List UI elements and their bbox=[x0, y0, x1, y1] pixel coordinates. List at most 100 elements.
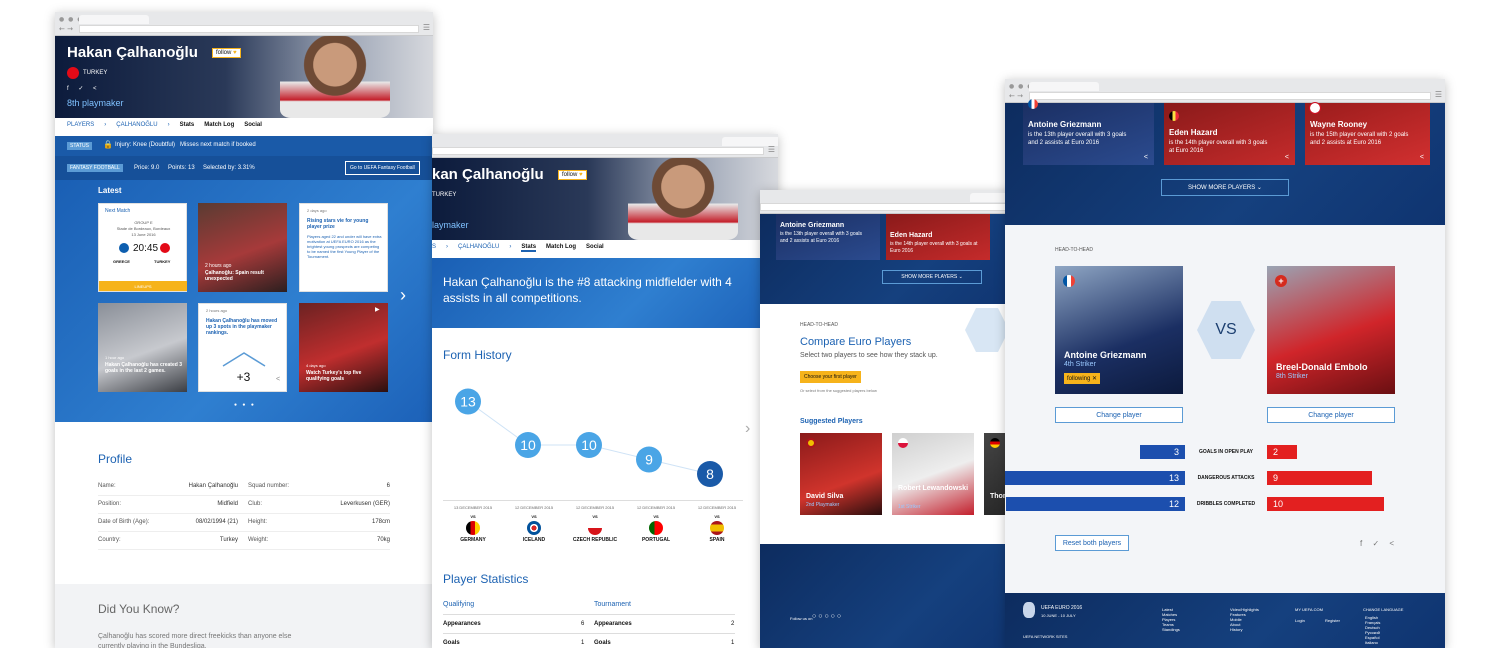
news-card-2[interactable]: 2 days ago Rising stars vie for young pl… bbox=[299, 203, 388, 292]
follow-button[interactable]: follow ♥ bbox=[212, 48, 241, 58]
next-match-card[interactable]: Next Match GROUP E Stade de Bordeaux, Bo… bbox=[98, 203, 187, 292]
form-point[interactable]: 10 bbox=[576, 432, 602, 458]
menu-icon[interactable]: ☰ bbox=[1435, 90, 1442, 99]
compare-bar-player1: 13 bbox=[1005, 471, 1185, 485]
change-player2-button[interactable]: Change player bbox=[1267, 407, 1395, 423]
match-group: GROUP E bbox=[134, 220, 153, 225]
form-match[interactable]: 12 DECEMBER 2015 VS SPAIN bbox=[687, 505, 747, 543]
share-icon[interactable]: < bbox=[1144, 154, 1148, 161]
player-rank: laymaker bbox=[432, 220, 469, 230]
reset-players-button[interactable]: Reset both players bbox=[1055, 535, 1129, 551]
choose-player-button[interactable]: Choose your first player bbox=[800, 371, 861, 383]
form-history-title: Form History bbox=[443, 348, 512, 362]
tab-social[interactable]: Social bbox=[244, 122, 262, 128]
news-time: 2 days ago bbox=[307, 208, 327, 213]
home-team: GREECE bbox=[113, 259, 130, 264]
latest-section: Latest Next Match GROUP E Stade de Borde… bbox=[55, 180, 433, 422]
tab-stats[interactable]: Stats bbox=[521, 244, 537, 252]
form-point[interactable]: 13 bbox=[455, 388, 481, 415]
form-match[interactable]: 12 DECEMBER 2015 VS PORTUGAL bbox=[626, 505, 686, 543]
share-icon[interactable]: < bbox=[1420, 154, 1424, 161]
next-arrow-icon[interactable]: › bbox=[400, 285, 406, 306]
team-flag-icon bbox=[588, 521, 602, 535]
change-player1-button[interactable]: Change player bbox=[1055, 407, 1183, 423]
suggested-player-lewandowski[interactable]: Robert Lewandowski 1st Striker bbox=[892, 433, 974, 515]
news-time: 1 hour ago bbox=[105, 355, 125, 360]
tab-match-log[interactable]: Match Log bbox=[204, 122, 234, 128]
compare-bar-player1: 3 bbox=[1140, 445, 1185, 459]
carousel-dots[interactable]: ● ● ● bbox=[234, 402, 256, 408]
chart-next-icon[interactable]: › bbox=[745, 420, 750, 438]
browser-chrome: ☰ bbox=[432, 134, 778, 158]
match-team: SPAIN bbox=[709, 537, 725, 543]
menu-icon[interactable]: ☰ bbox=[423, 23, 430, 32]
france-flag-icon bbox=[1028, 99, 1038, 109]
footer-login[interactable]: Login bbox=[1295, 618, 1305, 623]
player-hero: Hakan Çalhanoğlu follow ♥ TURKEY f ✓ < 8… bbox=[55, 36, 433, 118]
player-name: kan Çalhanoğlu bbox=[432, 166, 544, 183]
player1-card[interactable]: Antoine Griezmann 4th Striker following … bbox=[1055, 266, 1183, 394]
footer-register[interactable]: Register bbox=[1325, 618, 1340, 623]
status-bar: STATUS 🔒 Injury: Knee (Doubtful) Misses … bbox=[55, 136, 433, 156]
player-card-hazard[interactable]: Eden Hazard is the 14th player overall w… bbox=[1164, 103, 1295, 165]
form-point[interactable]: 8 bbox=[697, 461, 723, 487]
news-card-4[interactable]: 2 hours ago Hakan Çalhanoğlu has moved u… bbox=[198, 303, 287, 392]
match-team: ICELAND bbox=[522, 537, 546, 543]
show-more-button[interactable]: SHOW MORE PLAYERS ⌄ bbox=[1161, 179, 1289, 196]
footer-col1: Latest Matches Players Teams Standings bbox=[1162, 607, 1180, 632]
player-card-hazard[interactable]: Eden Hazard is the 14th player overall w… bbox=[886, 214, 990, 260]
share-icons[interactable]: f ✓ < bbox=[67, 85, 101, 92]
switzerland-flag-icon: + bbox=[1275, 275, 1287, 287]
compare-bar-player2: 9 bbox=[1267, 471, 1373, 485]
news-card-1[interactable]: 2 hours ago Çalhanoğlu: Spain result une… bbox=[198, 203, 287, 292]
url-bar[interactable] bbox=[1029, 92, 1431, 100]
compare-subtitle: Select two players to see how they stack… bbox=[800, 352, 938, 359]
player-card-rooney[interactable]: Wayne Rooney is the 15th player overall … bbox=[1305, 102, 1430, 165]
url-bar[interactable] bbox=[79, 25, 419, 33]
tab-social[interactable]: Social bbox=[586, 244, 604, 252]
share-icon[interactable]: < bbox=[1285, 154, 1289, 161]
news-card-5[interactable]: ▶ 4 days ago Watch Turkey's top five qua… bbox=[299, 303, 388, 392]
footer-col2: Video/Highlights Features Mobile About Histo… bbox=[1230, 607, 1259, 632]
form-match[interactable]: 12 DECEMBER 2015 VS CZECH REPUBLIC bbox=[565, 505, 625, 543]
form-point[interactable]: 9 bbox=[636, 446, 662, 473]
breadcrumb-players[interactable]: S bbox=[432, 244, 436, 252]
form-match[interactable]: 12 DECEMBER 2015 VS ICELAND bbox=[504, 505, 564, 543]
suggested-player-silva[interactable]: David Silva 2nd Playmaker bbox=[800, 433, 882, 515]
form-point-label: 10 bbox=[520, 437, 536, 453]
news-card-3[interactable]: 1 hour ago Hakan Çalhanoğlu has created … bbox=[98, 303, 187, 392]
breadcrumb-player[interactable]: ÇALHANOĞLU bbox=[116, 122, 157, 128]
share-icon[interactable]: < bbox=[276, 376, 280, 383]
play-icon[interactable]: ▶ bbox=[375, 306, 380, 313]
player2-card[interactable]: + Breel-Donald Embolo 8th Striker bbox=[1267, 266, 1395, 394]
show-more-button[interactable]: SHOW MORE PLAYERS ⌄ bbox=[882, 270, 982, 284]
breadcrumb-players[interactable]: PLAYERS bbox=[67, 122, 94, 128]
following-button[interactable]: following ✕ bbox=[1064, 373, 1101, 384]
player-card-griezmann[interactable]: Antoine Griezmann is the 13th player ove… bbox=[776, 214, 880, 260]
form-match[interactable]: 13 DECEMBER 2015 VS GERMANY bbox=[443, 505, 503, 543]
hexagon-decor bbox=[965, 308, 1009, 352]
player-card-griezmann[interactable]: Antoine Griezmann is the 13th player ove… bbox=[1023, 99, 1154, 165]
share-icons[interactable]: f ✓ < bbox=[1360, 539, 1398, 548]
form-point-label: 8 bbox=[706, 466, 714, 482]
fantasy-button[interactable]: Go to UEFA Fantasy Football bbox=[345, 161, 420, 175]
match-vs: VS bbox=[653, 514, 659, 519]
compare-bar-player1: 12 bbox=[1005, 497, 1185, 511]
site-footer: Follow us on ○○○○○ bbox=[760, 544, 1030, 648]
form-point[interactable]: 10 bbox=[515, 432, 541, 458]
fantasy-badge: FANTASY FOOTBALL bbox=[67, 164, 123, 172]
tab-stats[interactable]: Stats bbox=[180, 122, 195, 128]
footer-languages[interactable]: English Français Deutsch Русский Español Ital… bbox=[1365, 615, 1380, 645]
browser-chrome bbox=[760, 190, 1030, 214]
lineups-button[interactable]: LINEUPS bbox=[99, 281, 187, 291]
player-photo bbox=[628, 158, 738, 240]
social-icons[interactable]: ○○○○○ bbox=[812, 613, 843, 620]
news-title: Watch Turkey's top five qualifying goals bbox=[306, 370, 362, 382]
breadcrumb-player[interactable]: ÇALHANOĞLU bbox=[458, 244, 499, 252]
follow-button[interactable]: follow ♥ bbox=[558, 170, 587, 180]
compare-title: Compare Euro Players bbox=[800, 336, 912, 348]
team-flag-icon bbox=[649, 521, 663, 535]
tab-match-log[interactable]: Match Log bbox=[546, 244, 576, 252]
latest-title: Latest bbox=[98, 186, 122, 195]
menu-icon[interactable]: ☰ bbox=[768, 145, 775, 154]
